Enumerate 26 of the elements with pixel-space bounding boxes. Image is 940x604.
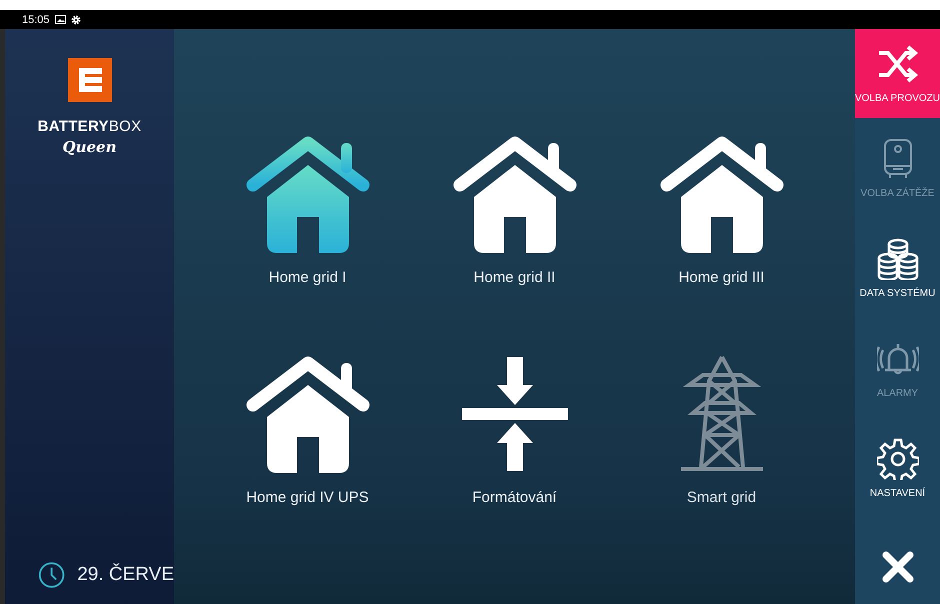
house-icon: [658, 135, 784, 253]
mode-option[interactable]: Home grid IV UPS: [244, 355, 370, 506]
image-icon: [54, 15, 66, 24]
mode-option[interactable]: Formátování: [462, 355, 568, 506]
clock-icon: [38, 560, 66, 590]
status-time: 15:05: [22, 14, 50, 26]
pylon-icon: [678, 355, 764, 473]
brand-model: Queen: [62, 138, 116, 156]
sidebar-item[interactable]: DATA SYSTÉMU: [855, 218, 940, 318]
settings-icon: [70, 14, 81, 24]
mode-option[interactable]: Home grid III: [658, 135, 784, 286]
brand-name: BATTERYBOX: [38, 118, 142, 135]
mode-option[interactable]: Home grid II: [452, 135, 578, 286]
date-time: 29. ČERVE: [77, 564, 174, 586]
sidebar-item[interactable]: NASTAVENÍ: [855, 418, 940, 518]
mode-option[interactable]: Home grid I: [244, 135, 370, 286]
house-icon: [244, 135, 370, 253]
settings-icon: [876, 438, 918, 480]
close-icon: [880, 550, 914, 584]
shuffle-icon: [876, 43, 918, 85]
house-icon: [244, 355, 370, 473]
logo-icon: [68, 58, 112, 102]
compress-icon: [462, 355, 568, 473]
database-icon: [876, 238, 918, 280]
sidebar-item[interactable]: VOLBA PROVOZU: [855, 29, 940, 118]
house-icon: [452, 135, 578, 253]
